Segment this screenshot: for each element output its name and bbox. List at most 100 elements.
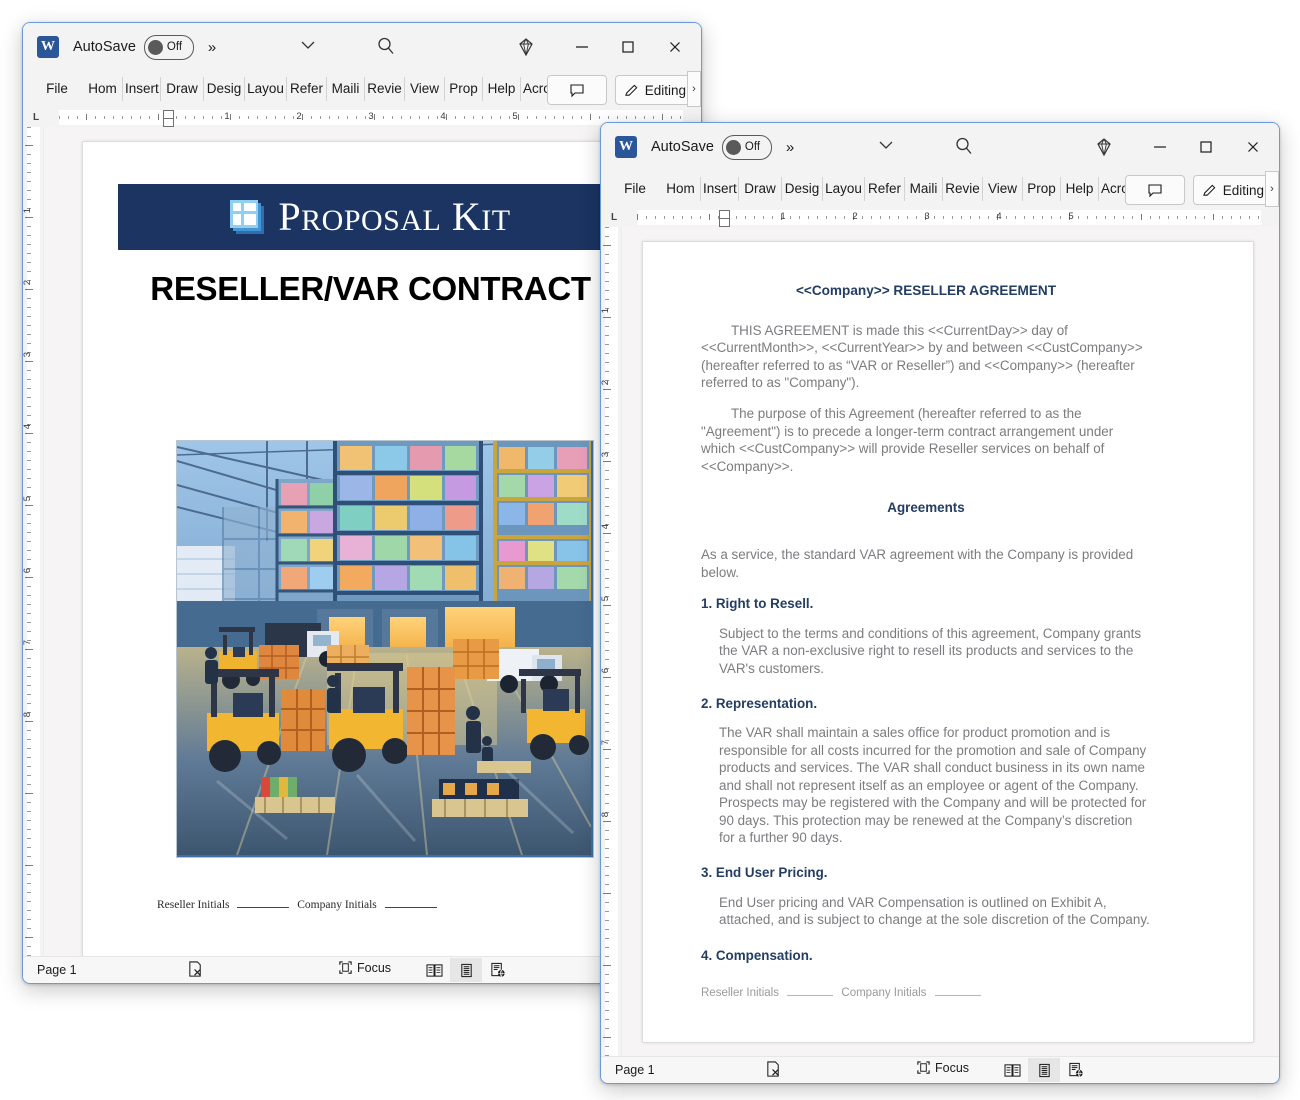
tab-design[interactable]: Desig [782, 177, 823, 201]
ruler-tick [1222, 216, 1223, 219]
quick-access-more-icon[interactable]: » [786, 139, 794, 156]
quick-access-more-icon[interactable]: » [208, 39, 216, 56]
comments-button[interactable] [1124, 175, 1185, 205]
vertical-ruler-back[interactable]: 1 2 3 4 5 6 7 8 [23, 127, 44, 956]
ruler-tick [605, 254, 609, 255]
horizontal-ruler-back[interactable]: L 1 2 3 4 5 [23, 107, 701, 127]
ruler-tick [605, 569, 609, 570]
tab-review[interactable]: Revie [943, 177, 983, 201]
web-layout-icon[interactable] [1060, 1058, 1092, 1082]
ruler-tick [603, 317, 611, 318]
autosave-state-label: Off [744, 141, 761, 153]
ruler-tick [907, 216, 908, 219]
tab-view[interactable]: View [983, 177, 1023, 201]
page-indicator[interactable]: Page 1 [615, 1063, 655, 1077]
page-indicator[interactable]: Page 1 [37, 963, 77, 977]
hanging-indent-marker[interactable] [163, 118, 174, 127]
tab-references[interactable]: Refer [287, 77, 327, 101]
chevron-down-icon[interactable] [299, 39, 317, 51]
ruler-tick [27, 658, 31, 659]
search-icon[interactable] [375, 35, 397, 57]
tab-insert[interactable]: Insert [123, 77, 161, 101]
ribbon-expand-chevron-icon[interactable]: › [687, 71, 701, 107]
maximize-icon[interactable] [605, 27, 651, 67]
diamond-icon[interactable] [503, 27, 549, 67]
web-layout-icon[interactable] [482, 958, 514, 982]
ruler-tick [27, 406, 31, 407]
tab-help[interactable]: Help [1061, 177, 1099, 201]
ruler-tick [25, 217, 33, 218]
ruler-tick [635, 116, 636, 119]
ruler-tick [605, 479, 609, 480]
read-mode-icon[interactable] [418, 958, 450, 982]
ruler-tick [27, 127, 31, 128]
agreement-body: <<Company>> RESELLER AGREEMENT THIS AGRE… [701, 282, 1151, 976]
print-layout-icon[interactable] [1028, 1058, 1060, 1082]
ruler-tick [27, 811, 31, 812]
vertical-scrollbar-front[interactable] [1267, 227, 1279, 1056]
ruler-tick [27, 343, 31, 344]
comments-button[interactable] [546, 75, 607, 105]
accessibility-checker-icon[interactable] [187, 961, 204, 978]
ruler-tick [27, 307, 31, 308]
tab-stop-marker[interactable]: L [33, 112, 39, 123]
tab-references[interactable]: Refer [865, 177, 905, 201]
ruler-tick [25, 721, 33, 722]
tab-view[interactable]: View [405, 77, 445, 101]
chevron-down-icon[interactable] [877, 139, 895, 151]
tab-file[interactable]: File [609, 177, 661, 201]
close-icon[interactable] [1229, 127, 1277, 167]
tab-proposal[interactable]: Prop [1023, 177, 1061, 201]
tab-layout[interactable]: Layou [823, 177, 865, 201]
read-mode-icon[interactable] [996, 1058, 1028, 1082]
document-page-1-front[interactable]: <<Company>> RESELLER AGREEMENT THIS AGRE… [642, 241, 1254, 1043]
vertical-ruler-front[interactable]: 1 2 3 4 5 6 7 8 [601, 227, 622, 1056]
diamond-icon[interactable] [1081, 127, 1127, 167]
minimize-icon[interactable] [559, 27, 605, 67]
tab-stop-marker[interactable]: L [611, 212, 617, 223]
tab-file[interactable]: File [31, 77, 83, 101]
print-layout-icon[interactable] [450, 958, 482, 982]
tab-insert[interactable]: Insert [701, 177, 739, 201]
editing-mode-button[interactable]: Editing [1192, 175, 1273, 205]
tab-draw[interactable]: Draw [739, 177, 782, 201]
tab-home[interactable]: Hom [661, 177, 701, 201]
focus-mode-button[interactable]: Focus [916, 1060, 969, 1075]
tab-home[interactable]: Hom [83, 77, 123, 101]
ruler-tick [605, 839, 609, 840]
ruler-tick [27, 460, 31, 461]
search-icon[interactable] [953, 135, 975, 157]
ruler-number: 7 [601, 740, 611, 746]
tab-draw[interactable]: Draw [161, 77, 204, 101]
document-canvas-front[interactable]: <<Company>> RESELLER AGREEMENT THIS AGRE… [622, 227, 1279, 1056]
tab-layout[interactable]: Layou [245, 77, 287, 101]
autosave-toggle[interactable]: Off [143, 34, 194, 60]
document-page-1-back[interactable]: PROPOSAL KIT RESELLER/VAR CONTRACT Resel… [82, 141, 634, 956]
tab-proposal[interactable]: Prop [445, 77, 483, 101]
ribbon-expand-chevron-icon[interactable]: › [1265, 171, 1279, 207]
agreement-paragraph-3: As a service, the standard VAR agreement… [701, 547, 1134, 580]
section-2-title: 2. Representation. [701, 696, 818, 711]
tab-mailings[interactable]: Maili [905, 177, 943, 201]
maximize-icon[interactable] [1183, 127, 1229, 167]
ruler-tick [27, 370, 31, 371]
ruler-tick [653, 116, 654, 119]
autosave-toggle[interactable]: Off [721, 134, 772, 160]
tab-design[interactable]: Desig [204, 77, 245, 101]
focus-mode-button[interactable]: Focus [338, 960, 391, 975]
tab-review[interactable]: Revie [365, 77, 405, 101]
close-icon[interactable] [651, 27, 699, 67]
accessibility-checker-icon[interactable] [765, 1061, 782, 1078]
ruler-tick [77, 116, 78, 119]
tab-help[interactable]: Help [483, 77, 521, 101]
tab-mailings[interactable]: Maili [327, 77, 365, 101]
hanging-indent-marker[interactable] [719, 218, 730, 227]
ruler-number: 6 [601, 668, 611, 674]
ruler-number: 8 [601, 812, 611, 818]
ruler-tick [27, 757, 31, 758]
horizontal-ruler-front[interactable]: L 1 2 3 4 5 [601, 207, 1279, 227]
minimize-icon[interactable] [1137, 127, 1183, 167]
word-window-front[interactable]: W AutoSave Off » File Hom Insert Draw De… [600, 122, 1280, 1084]
editing-mode-button[interactable]: Editing [614, 75, 695, 105]
ruler-tick [605, 335, 609, 336]
